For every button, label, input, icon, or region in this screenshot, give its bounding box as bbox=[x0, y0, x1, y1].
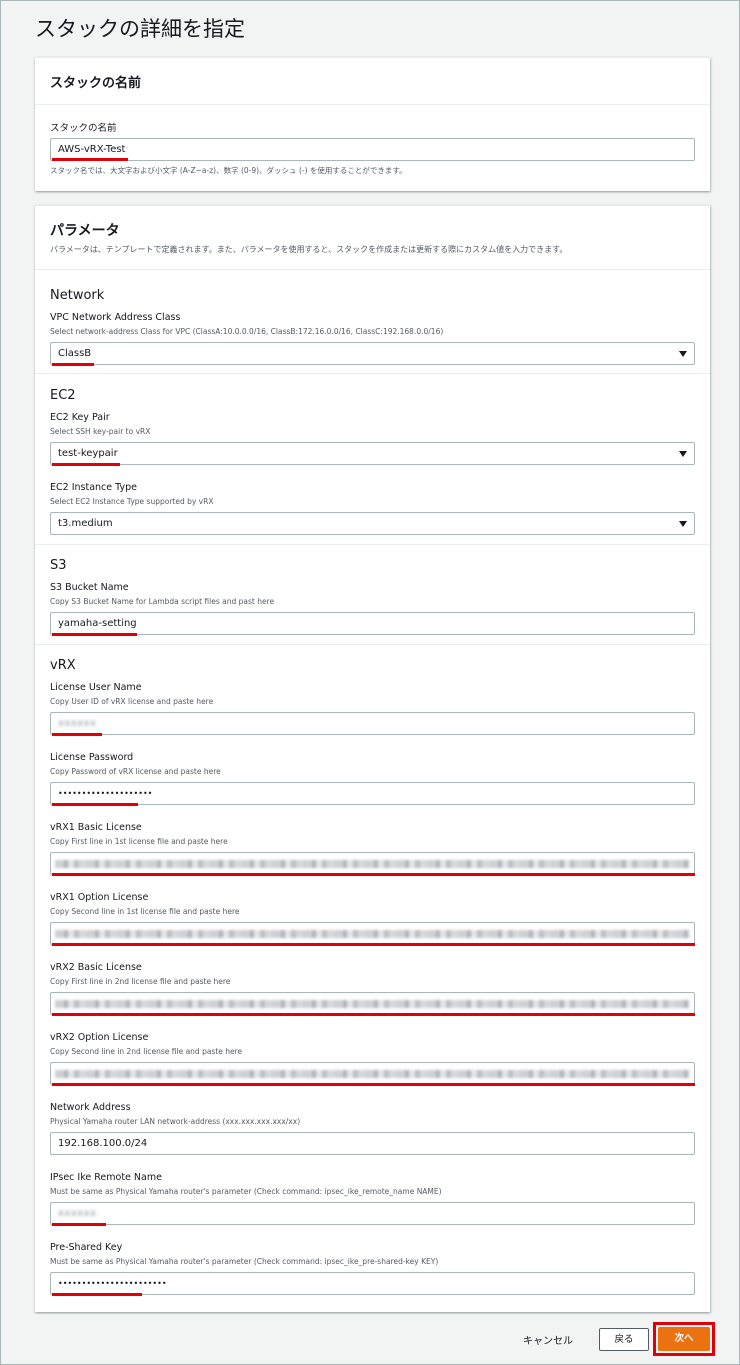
vpc-class-label: VPC Network Address Class bbox=[50, 312, 181, 323]
redacted-license-text bbox=[55, 930, 690, 938]
highlight-underline bbox=[52, 873, 695, 876]
vrx1-option-hint: Copy Second line in 1st license file and… bbox=[50, 907, 240, 916]
ec2-keypair-label: EC2 Key Pair bbox=[50, 412, 110, 423]
page-title: スタックの詳細を指定 bbox=[35, 17, 245, 41]
highlight-underline bbox=[52, 363, 94, 366]
highlight-underline bbox=[52, 633, 137, 636]
pre-shared-key-value: ••••••••••••••••••••••• bbox=[58, 1279, 167, 1288]
pre-shared-key-label: Pre-Shared Key bbox=[50, 1242, 123, 1253]
section-divider bbox=[35, 373, 710, 374]
caret-down-icon bbox=[679, 451, 687, 457]
ec2-keypair-value: test-keypair bbox=[58, 448, 118, 459]
stack-name-panel: スタックの名前 スタックの名前 AWS-vRX-Test スタック名では、大文字… bbox=[35, 57, 710, 191]
section-vrx: vRX bbox=[50, 658, 76, 673]
network-address-input[interactable]: 192.168.100.0/24 bbox=[50, 1132, 695, 1155]
license-password-value: •••••••••••••••••••• bbox=[58, 789, 153, 798]
vrx1-basic-label: vRX1 Basic License bbox=[50, 822, 142, 833]
vrx2-basic-label: vRX2 Basic License bbox=[50, 962, 142, 973]
next-button[interactable]: 次へ bbox=[658, 1327, 710, 1351]
caret-down-icon bbox=[679, 351, 687, 357]
ec2-instance-value: t3.medium bbox=[58, 518, 113, 529]
section-network: Network bbox=[50, 288, 105, 303]
network-address-value: 192.168.100.0/24 bbox=[58, 1138, 148, 1149]
parameters-panel: パラメータ パラメータは、テンプレートで定義されます。また、パラメータを使用する… bbox=[35, 205, 710, 1312]
highlight-underline bbox=[52, 1223, 106, 1226]
highlight-underline bbox=[52, 463, 120, 466]
redacted-license-text bbox=[55, 1070, 690, 1078]
vpc-class-value: ClassB bbox=[58, 348, 92, 359]
parameters-panel-header: パラメータ パラメータは、テンプレートで定義されます。また、パラメータを使用する… bbox=[35, 206, 710, 270]
vrx1-basic-hint: Copy First line in 1st license file and … bbox=[50, 837, 228, 846]
license-password-label: License Password bbox=[50, 752, 134, 763]
section-s3: S3 bbox=[50, 558, 67, 573]
ec2-instance-hint: Select EC2 Instance Type supported by vR… bbox=[50, 497, 214, 506]
stack-name-value: AWS-vRX-Test bbox=[58, 144, 126, 155]
redacted-license-text bbox=[55, 1000, 690, 1008]
vrx2-option-hint: Copy Second line in 2nd license file and… bbox=[50, 1047, 243, 1056]
highlight-underline bbox=[52, 1083, 695, 1086]
ec2-keypair-select[interactable]: test-keypair bbox=[50, 442, 695, 465]
ike-remote-name-hint: Must be same as Physical Yamaha router's… bbox=[50, 1187, 442, 1196]
back-button[interactable]: 戻る bbox=[599, 1328, 649, 1351]
vrx2-basic-input[interactable] bbox=[50, 992, 695, 1015]
section-divider bbox=[35, 644, 710, 645]
vrx1-basic-input[interactable] bbox=[50, 852, 695, 875]
vrx2-option-input[interactable] bbox=[50, 1062, 695, 1085]
license-user-value: xxxxxx bbox=[58, 718, 97, 729]
section-ec2: EC2 bbox=[50, 388, 76, 403]
vrx2-option-label: vRX2 Option License bbox=[50, 1032, 149, 1043]
cancel-button[interactable]: キャンセル bbox=[523, 1332, 573, 1347]
license-user-hint: Copy User ID of vRX license and paste he… bbox=[50, 697, 214, 706]
highlight-underline bbox=[52, 943, 695, 946]
vpc-class-select[interactable]: ClassB bbox=[50, 342, 695, 365]
license-password-input[interactable]: •••••••••••••••••••• bbox=[50, 782, 695, 805]
s3-bucket-value: yamaha-setting bbox=[58, 618, 137, 629]
network-address-hint: Physical Yamaha router LAN network-addre… bbox=[50, 1117, 301, 1126]
s3-bucket-input[interactable]: yamaha-setting bbox=[50, 612, 695, 635]
ike-remote-name-value: xxxxxx bbox=[58, 1208, 97, 1219]
redacted-license-text bbox=[55, 860, 690, 868]
s3-bucket-label: S3 Bucket Name bbox=[50, 582, 129, 593]
pre-shared-key-input[interactable]: ••••••••••••••••••••••• bbox=[50, 1272, 695, 1295]
vrx2-basic-hint: Copy First line in 2nd license file and … bbox=[50, 977, 231, 986]
parameters-panel-title: パラメータ bbox=[50, 223, 120, 239]
s3-bucket-hint: Copy S3 Bucket Name for Lambda script fi… bbox=[50, 597, 275, 606]
highlight-underline bbox=[52, 1293, 142, 1296]
section-divider bbox=[35, 544, 710, 545]
highlight-underline bbox=[52, 733, 102, 736]
network-address-label: Network Address bbox=[50, 1102, 131, 1113]
highlight-underline bbox=[52, 158, 128, 161]
highlight-underline bbox=[52, 803, 138, 806]
ike-remote-name-label: IPsec Ike Remote Name bbox=[50, 1172, 162, 1183]
pre-shared-key-hint: Must be same as Physical Yamaha router's… bbox=[50, 1257, 439, 1266]
stack-name-hint: スタック名では、大文字および小文字 (A-Z~a-z)、数字 (0-9)、ダッシ… bbox=[50, 166, 407, 175]
stack-name-input[interactable]: AWS-vRX-Test bbox=[50, 138, 695, 161]
ike-remote-name-input[interactable]: xxxxxx bbox=[50, 1202, 695, 1225]
stack-name-panel-header: スタックの名前 bbox=[35, 58, 710, 105]
caret-down-icon bbox=[679, 521, 687, 527]
stack-name-panel-title: スタックの名前 bbox=[50, 76, 142, 91]
parameters-panel-description: パラメータは、テンプレートで定義されます。また、パラメータを使用すると、スタック… bbox=[50, 245, 568, 254]
license-user-label: License User Name bbox=[50, 682, 142, 693]
vrx1-option-input[interactable] bbox=[50, 922, 695, 945]
stack-name-label: スタックの名前 bbox=[50, 123, 117, 134]
highlight-underline bbox=[52, 1013, 695, 1016]
license-user-input[interactable]: xxxxxx bbox=[50, 712, 695, 735]
license-password-hint: Copy Password of vRX license and paste h… bbox=[50, 767, 221, 776]
vpc-class-hint: Select network-address Class for VPC (Cl… bbox=[50, 327, 444, 336]
ec2-instance-select[interactable]: t3.medium bbox=[50, 512, 695, 535]
ec2-instance-label: EC2 Instance Type bbox=[50, 482, 137, 493]
ec2-keypair-hint: Select SSH key-pair to vRX bbox=[50, 427, 151, 436]
vrx1-option-label: vRX1 Option License bbox=[50, 892, 149, 903]
